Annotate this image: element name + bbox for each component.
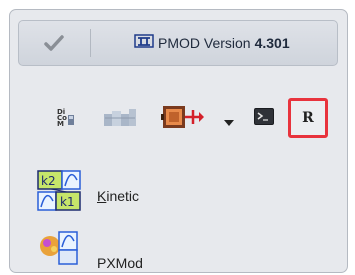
tool-panel: PMOD Version 4.301 Di Co M R k2 k1 Kinet…: [9, 9, 348, 273]
r-button[interactable]: R: [288, 98, 328, 138]
tool-label-pxmod: PXMod: [97, 254, 143, 271]
tool-item-kinetic[interactable]: k2 k1 Kinetic: [37, 170, 139, 221]
r-icon: R: [302, 110, 314, 126]
version-bar: PMOD Version 4.301: [18, 20, 338, 66]
dropdown-arrow-icon[interactable]: [224, 114, 234, 132]
tool-label-kinetic: Kinetic: [97, 187, 140, 204]
plugin-icon[interactable]: [161, 104, 205, 135]
svg-text:M: M: [57, 120, 64, 128]
console-icon[interactable]: [254, 108, 274, 130]
svg-text:k2: k2: [41, 174, 56, 188]
database-icon[interactable]: [103, 108, 137, 133]
checkmark-icon[interactable]: [44, 35, 64, 56]
version-number: 4.301: [254, 34, 290, 51]
pxmod-icon: [37, 230, 87, 275]
version-title: PMOD Version 4.301: [134, 34, 290, 51]
tool-item-pxmod[interactable]: PXMod: [37, 230, 143, 275]
svg-text:k1: k1: [60, 195, 75, 209]
pmod-logo-icon: [134, 34, 154, 51]
dicom-icon[interactable]: Di Co M: [56, 106, 76, 133]
app-name: PMOD Version: [158, 34, 251, 51]
kinetic-icon: k2 k1: [37, 170, 87, 221]
separator: [90, 29, 91, 57]
